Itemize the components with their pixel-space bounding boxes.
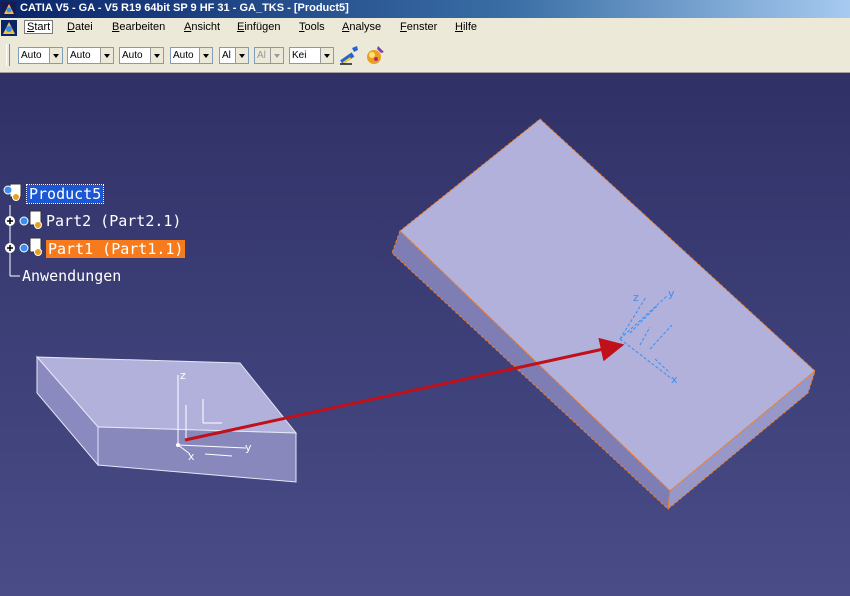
chevron-down-icon[interactable] xyxy=(199,48,212,63)
chevron-down-icon[interactable] xyxy=(320,48,333,63)
part2-axis-y-label: y xyxy=(245,441,252,454)
point-type-combo[interactable]: Al xyxy=(219,47,249,64)
menu-ansicht[interactable]: Ansicht xyxy=(184,21,220,33)
tree-node-part1[interactable]: Part1 (Part1.1) xyxy=(46,240,186,258)
expand-plus-icon[interactable] xyxy=(5,216,15,226)
chevron-down-icon[interactable] xyxy=(100,48,113,63)
chevron-down-icon[interactable] xyxy=(235,48,248,63)
part1-axis-z-label: z xyxy=(633,291,639,304)
window-title: CATIA V5 - GA - V5 R19 64bit SP 9 HF 31 … xyxy=(20,2,349,14)
layer-combo-value: Kei xyxy=(292,50,307,61)
chevron-down-icon[interactable] xyxy=(49,48,62,63)
line-type-combo[interactable]: Auto xyxy=(170,47,213,64)
catia-app-icon[interactable] xyxy=(2,2,16,16)
chevron-down-icon xyxy=(270,48,283,63)
rendering-style-combo: Al xyxy=(254,47,284,64)
menu-fenster[interactable]: Fenster xyxy=(400,21,437,33)
expand-plus-icon[interactable] xyxy=(5,243,15,253)
tree-node-product5[interactable]: Product5 xyxy=(25,184,105,204)
line-type-combo-value: Auto xyxy=(173,50,194,61)
menu-datei[interactable]: Datei xyxy=(67,21,93,33)
menu-hilfe[interactable]: Hilfe xyxy=(455,21,477,33)
color-combo[interactable]: Auto xyxy=(18,47,63,64)
chevron-down-icon[interactable] xyxy=(150,48,163,63)
rendering-style-combo-value: Al xyxy=(257,50,266,61)
tree-node-applications[interactable]: Anwendungen xyxy=(22,267,121,285)
menu-bearbeiten[interactable]: Bearbeiten xyxy=(112,21,165,33)
part2-axis-z-label: z xyxy=(180,369,186,382)
menu-analyse[interactable]: Analyse xyxy=(342,21,381,33)
line-thickness-combo[interactable]: Auto xyxy=(119,47,164,64)
point-type-combo-value: Al xyxy=(222,50,231,61)
catia-logo-icon[interactable] xyxy=(0,19,18,37)
format-painter-icon[interactable] xyxy=(338,44,360,66)
color-combo-value: Auto xyxy=(21,50,42,61)
properties-toolbar: Auto Auto Auto Auto Al Al Kei xyxy=(0,38,850,73)
3d-viewport[interactable]: z y x z y x Product5 Part2 (Part2.1) Par… xyxy=(0,73,850,596)
tree-node-part2[interactable]: Part2 (Part2.1) xyxy=(46,212,181,230)
menu-start[interactable]: Start xyxy=(24,20,54,34)
transparency-combo[interactable]: Auto xyxy=(67,47,114,64)
part2-axis-x-label: x xyxy=(188,450,195,463)
menu-bar: Start Datei Bearbeiten Ansicht Einfügen … xyxy=(0,18,850,38)
menu-einfuegen[interactable]: Einfügen xyxy=(237,21,280,33)
layer-combo[interactable]: Kei xyxy=(289,47,334,64)
toolbar-grip[interactable] xyxy=(6,44,10,66)
part1-axis-y-label: y xyxy=(668,287,675,300)
title-bar: CATIA V5 - GA - V5 R19 64bit SP 9 HF 31 … xyxy=(0,0,850,18)
viewport-canvas[interactable]: z y x z y x xyxy=(0,73,850,596)
transparency-combo-value: Auto xyxy=(70,50,91,61)
graphic-properties-icon[interactable] xyxy=(364,44,386,66)
menu-tools[interactable]: Tools xyxy=(299,21,325,33)
line-thickness-combo-value: Auto xyxy=(122,50,143,61)
part1-axis-x-label: x xyxy=(671,373,678,386)
